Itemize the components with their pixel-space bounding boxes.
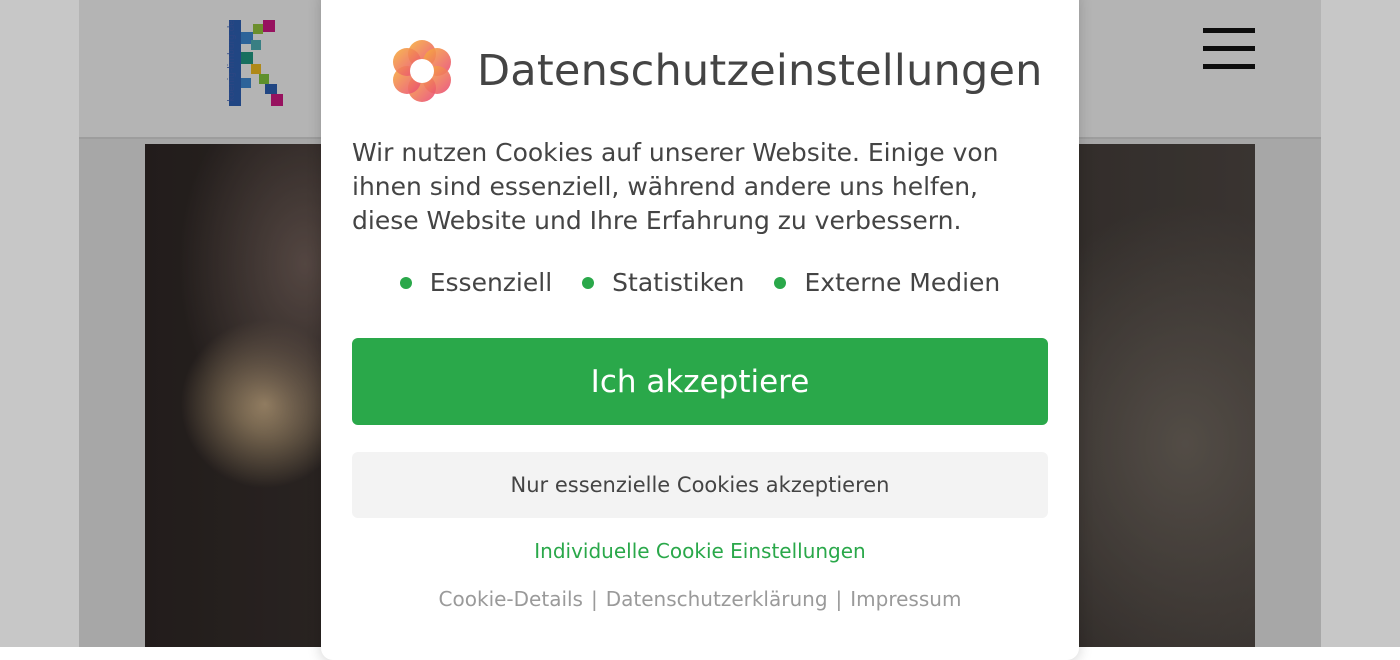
dialog-description: Wir nutzen Cookies auf unserer Website. … <box>352 138 999 235</box>
dialog-title: Datenschutzeinstellungen <box>477 46 1043 96</box>
status-dot-icon <box>582 276 595 289</box>
category-label: Externe Medien <box>804 268 1001 297</box>
cookie-details-link[interactable]: Cookie-Details <box>439 587 583 611</box>
link-separator: | <box>590 587 598 611</box>
cookie-flower-icon <box>393 40 451 102</box>
cookie-categories: Essenziell Statistiken Externe Medien <box>321 268 1079 297</box>
privacy-policy-link[interactable]: Datenschutzerklärung <box>606 587 828 611</box>
dialog-header: Datenschutzeinstellungen <box>387 36 1043 106</box>
category-external-media: Externe Medien <box>774 268 1000 297</box>
individual-cookie-settings-link[interactable]: Individuelle Cookie Einstellungen <box>321 539 1079 563</box>
status-dot-icon <box>774 276 787 289</box>
status-dot-icon <box>399 276 412 289</box>
category-label: Statistiken <box>612 268 745 297</box>
category-essential: Essenziell <box>399 268 553 297</box>
link-separator: | <box>835 587 843 611</box>
accept-all-button[interactable]: Ich akzeptiere <box>352 338 1048 425</box>
dialog-footer-links: Cookie-Details | Datenschutzerklärung | Impr… <box>321 587 1079 611</box>
category-label: Essenziell <box>429 268 553 297</box>
accept-essential-only-button[interactable]: Nur essenzielle Cookies akzeptieren <box>352 452 1048 518</box>
privacy-settings-dialog: Datenschutzeinstellungen Wir nutzen Cook… <box>321 0 1079 660</box>
imprint-link[interactable]: Impressum <box>850 587 961 611</box>
category-statistics: Statistiken <box>582 268 744 297</box>
